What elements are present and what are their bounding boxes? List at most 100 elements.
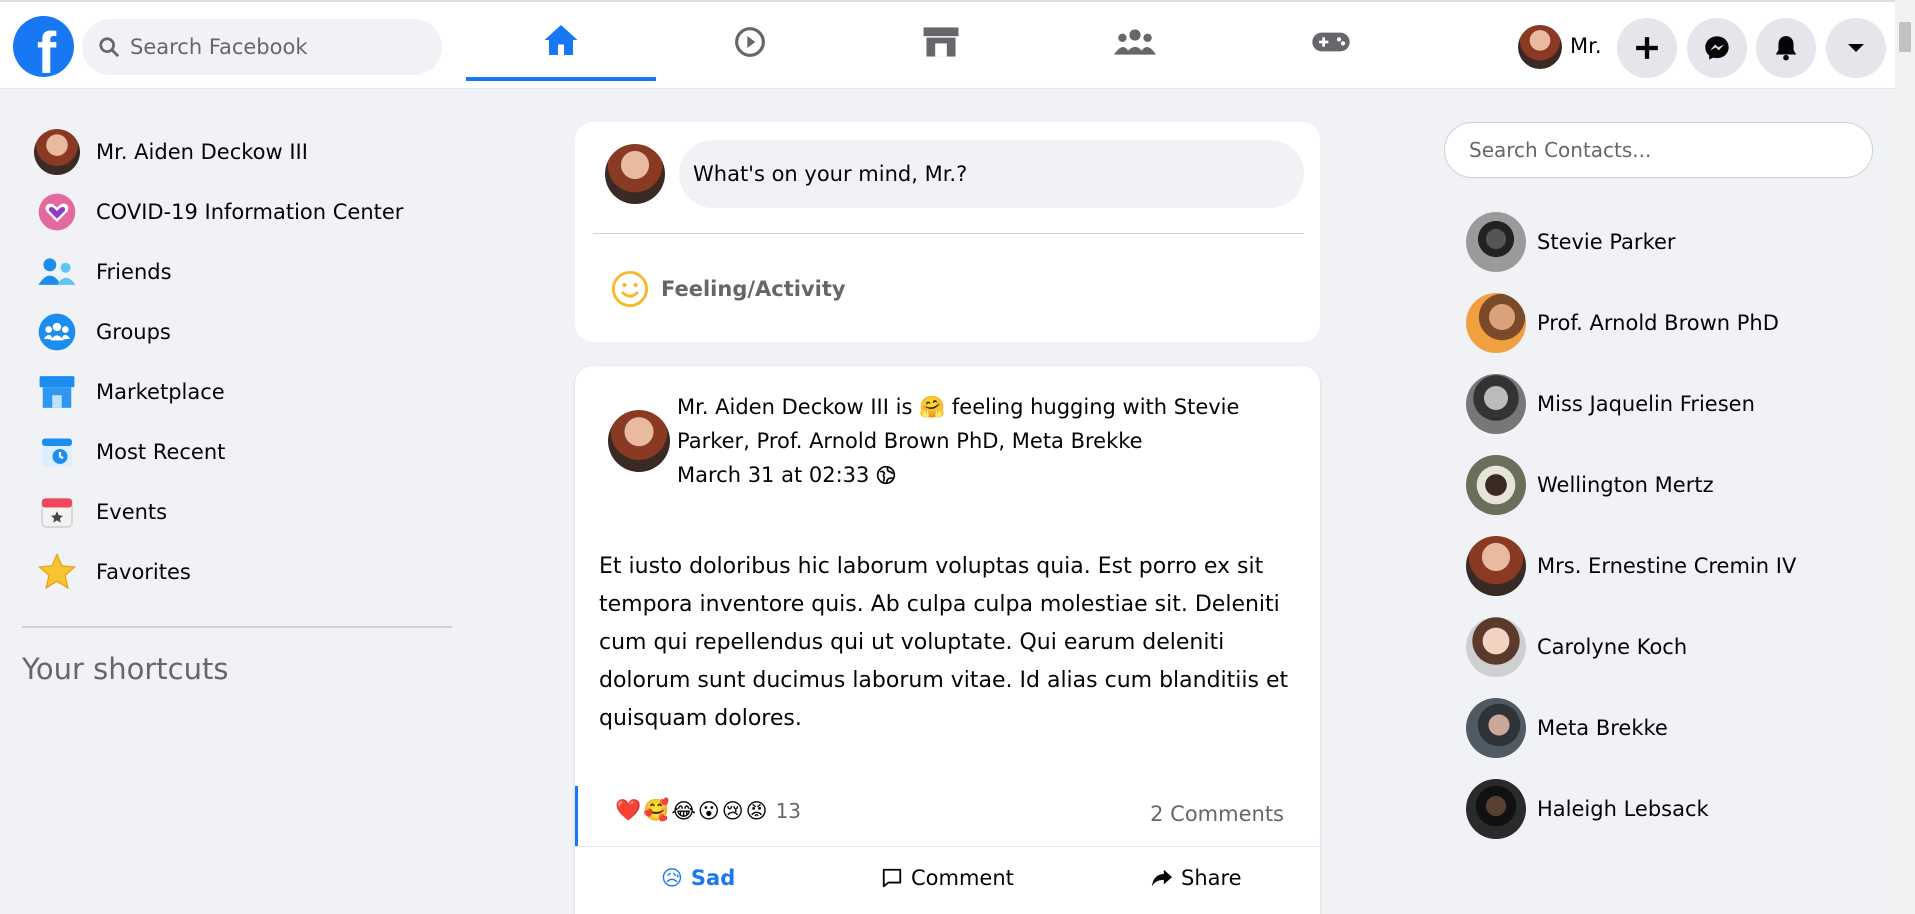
- facebook-logo[interactable]: f: [13, 16, 74, 77]
- heart-reaction-icon: ❤️: [615, 798, 642, 822]
- avatar[interactable]: [608, 410, 670, 472]
- sidebar-item-label: COVID-19 Information Center: [96, 200, 404, 224]
- contacts-search-box[interactable]: [1444, 122, 1873, 178]
- star-icon: [34, 549, 80, 595]
- contact-name: Wellington Mertz: [1537, 473, 1714, 497]
- smiley-icon: [611, 270, 649, 308]
- avatar: [1466, 212, 1526, 272]
- tab-watch[interactable]: [655, 2, 845, 81]
- contact-item[interactable]: Haleigh Lebsack: [1466, 779, 1709, 839]
- post-body-text: Et iusto doloribus hic laborum voluptas …: [599, 554, 1289, 731]
- gamepad-icon: [1312, 32, 1350, 51]
- search-input[interactable]: [130, 35, 410, 59]
- angry-reaction-icon: 😡: [745, 798, 768, 823]
- contact-name: Meta Brekke: [1537, 716, 1668, 740]
- contact-name: Mrs. Ernestine Cremin IV: [1537, 554, 1797, 578]
- groups-icon: [34, 309, 80, 355]
- top-navigation-bar: f Mr.: [0, 0, 1895, 89]
- avatar: [1466, 293, 1526, 353]
- shortcuts-heading: Your shortcuts: [22, 652, 229, 686]
- feeling-activity-label: Feeling/Activity: [661, 277, 846, 301]
- post-author-line[interactable]: Mr. Aiden Deckow III is 🤗 feeling huggin…: [677, 390, 1297, 458]
- marketplace-icon: [34, 369, 80, 415]
- avatar: [34, 129, 80, 175]
- logo-letter: f: [36, 21, 57, 78]
- plus-icon: [1636, 37, 1658, 59]
- profile-name[interactable]: Mr.: [1570, 34, 1602, 58]
- tab-home[interactable]: [466, 2, 656, 81]
- post-header: Mr. Aiden Deckow III is 🤗 feeling huggin…: [677, 390, 1297, 492]
- avatar: [1466, 698, 1526, 758]
- sidebar-divider: [22, 626, 452, 628]
- wow-reaction-icon: 😮: [697, 798, 720, 823]
- chevron-down-icon: [1848, 44, 1864, 52]
- whats-on-your-mind-input[interactable]: What's on your mind, Mr.?: [679, 140, 1304, 208]
- contact-name: Carolyne Koch: [1537, 635, 1688, 659]
- avatar: [1466, 374, 1526, 434]
- avatar: [1466, 617, 1526, 677]
- create-button[interactable]: [1617, 18, 1677, 78]
- messenger-icon: [1705, 36, 1729, 60]
- page-scrollbar[interactable]: [1895, 0, 1915, 914]
- haha-reaction-icon: 😂: [671, 798, 696, 823]
- post-timestamp[interactable]: March 31 at 02:33: [677, 463, 869, 487]
- contact-item[interactable]: Mrs. Ernestine Cremin IV: [1466, 536, 1796, 596]
- profile-avatar[interactable]: [1518, 25, 1562, 69]
- messenger-button[interactable]: [1687, 18, 1747, 78]
- contact-item[interactable]: Miss Jaquelin Friesen: [1466, 374, 1755, 434]
- sidebar-item-label: Mr. Aiden Deckow III: [96, 140, 308, 164]
- contact-item[interactable]: Carolyne Koch: [1466, 617, 1687, 677]
- sidebar-item-marketplace[interactable]: Marketplace: [34, 366, 225, 418]
- sidebar-item-label: Most Recent: [96, 440, 226, 464]
- sidebar-item-friends[interactable]: Friends: [34, 246, 172, 298]
- sad-emoji-icon: 😥: [661, 866, 683, 890]
- tab-groups[interactable]: [1040, 2, 1230, 81]
- contact-item[interactable]: Stevie Parker: [1466, 212, 1676, 272]
- tab-marketplace[interactable]: [846, 2, 1036, 81]
- contact-item[interactable]: Meta Brekke: [1466, 698, 1668, 758]
- search-icon: [99, 37, 120, 58]
- share-button[interactable]: Share: [1151, 866, 1242, 890]
- avatar: [1466, 779, 1526, 839]
- tab-gaming[interactable]: [1236, 2, 1426, 81]
- scrollbar-thumb[interactable]: [1899, 22, 1911, 52]
- comment-button[interactable]: Comment: [881, 866, 1014, 890]
- avatar: [1466, 536, 1526, 596]
- post-actions-divider: [575, 846, 1320, 847]
- reaction-count: 13: [775, 798, 802, 823]
- share-label: Share: [1181, 866, 1242, 890]
- account-menu-button[interactable]: [1826, 18, 1886, 78]
- contact-name: Miss Jaquelin Friesen: [1537, 392, 1755, 416]
- sidebar-item-most-recent[interactable]: Most Recent: [34, 426, 225, 478]
- comment-icon: [882, 868, 902, 888]
- reactions-accent-bar: [575, 786, 578, 846]
- feeling-activity-button[interactable]: Feeling/Activity: [611, 270, 846, 308]
- reactions-summary[interactable]: ❤️ 🥰 😂 😮 😢 😡 13: [615, 798, 801, 823]
- contact-name: Stevie Parker: [1537, 230, 1676, 254]
- notifications-button[interactable]: [1756, 18, 1816, 78]
- sidebar-item-favorites[interactable]: Favorites: [34, 546, 191, 598]
- sidebar-item-label: Favorites: [96, 560, 191, 584]
- sidebar-item-events[interactable]: Events: [34, 486, 167, 538]
- comments-count-link[interactable]: 2 Comments: [1150, 802, 1284, 826]
- bell-icon: [1775, 36, 1797, 61]
- create-post-card: What's on your mind, Mr.? Feeling/Activi…: [575, 122, 1320, 342]
- contact-name: Haleigh Lebsack: [1537, 797, 1709, 821]
- sidebar-item-groups[interactable]: Groups: [34, 306, 171, 358]
- avatar: [1466, 455, 1526, 515]
- store-icon: [923, 26, 959, 57]
- home-icon: [544, 24, 578, 55]
- sidebar-item-profile[interactable]: Mr. Aiden Deckow III: [34, 126, 308, 178]
- sidebar-item-covid[interactable]: COVID-19 Information Center: [34, 186, 403, 238]
- post-meta: March 31 at 02:33: [677, 458, 1297, 492]
- sidebar-item-label: Events: [96, 500, 168, 524]
- avatar[interactable]: [605, 144, 665, 204]
- most-recent-icon: [34, 429, 80, 475]
- contact-item[interactable]: Prof. Arnold Brown PhD: [1466, 293, 1779, 353]
- search-box[interactable]: [82, 19, 442, 75]
- sad-reaction-button[interactable]: 😥 Sad: [661, 866, 735, 890]
- contacts-search-input[interactable]: [1469, 138, 1849, 162]
- sad-label: Sad: [690, 866, 736, 890]
- comment-label: Comment: [911, 866, 1014, 890]
- contact-item[interactable]: Wellington Mertz: [1466, 455, 1714, 515]
